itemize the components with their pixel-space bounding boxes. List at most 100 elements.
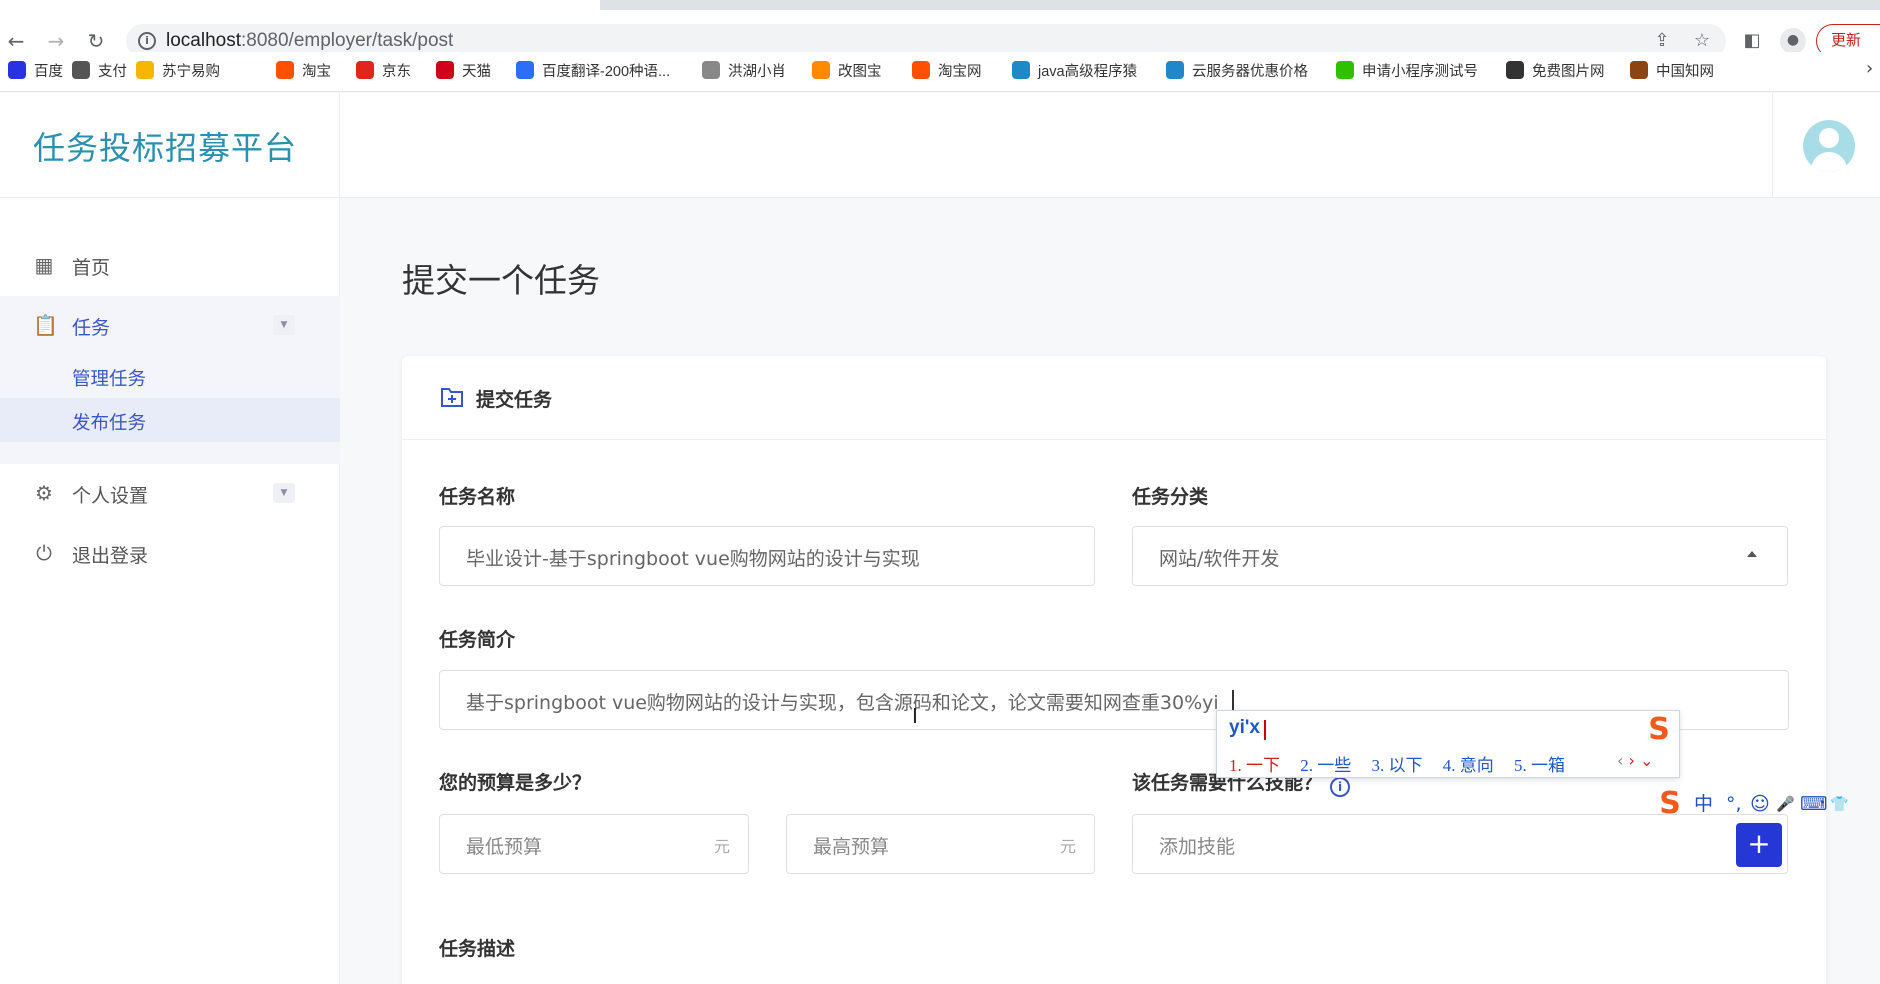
skills-input[interactable]: 添加技能 <box>1132 814 1788 874</box>
mouse-ibeam-icon: I <box>912 704 918 728</box>
bookmark-item[interactable]: 洪湖小肖 <box>702 61 786 83</box>
sidebar-item-logout[interactable]: ⏻ 退出登录 <box>0 524 340 582</box>
task-intro-label: 任务简介 <box>439 629 516 651</box>
task-name-label: 任务名称 <box>439 486 516 508</box>
bookmark-label: 免费图片网 <box>1532 64 1605 80</box>
caret-up-icon <box>1747 551 1757 557</box>
ime-page-arrows[interactable]: ‹ › ⌄ <box>1617 751 1653 770</box>
page-title: 提交一个任务 <box>402 261 600 300</box>
bookmark-label: 天猫 <box>462 64 491 80</box>
logo[interactable]: 任务投标招募平台 <box>0 93 340 198</box>
bilibili-icon <box>1012 61 1030 79</box>
gaitubao-icon <box>812 61 830 79</box>
suning-icon <box>136 61 154 79</box>
sidebar-item-label: 任务 <box>72 317 111 339</box>
sogou-logo-icon: S <box>1648 712 1670 747</box>
bookmark-label: 改图宝 <box>838 64 882 80</box>
min-budget-input[interactable]: 最低预算 元 <box>439 814 749 874</box>
add-skill-button[interactable]: + <box>1736 823 1782 867</box>
task-category-label: 任务分类 <box>1132 486 1209 508</box>
currency-unit: 元 <box>713 837 730 856</box>
ime-candidate[interactable]: 1. 一下 <box>1229 756 1280 775</box>
app-header: 任务投标招募平台 <box>0 93 1880 198</box>
currency-unit: 元 <box>1059 837 1076 856</box>
sidebar-item-task[interactable]: 📋 任务 ▼ <box>0 296 340 354</box>
sogou-logo-icon[interactable]: S <box>1652 786 1688 822</box>
bookmark-label: 百度 <box>34 64 63 80</box>
bookmark-label: 苏宁易购 <box>162 64 220 80</box>
bookmark-label: 淘宝网 <box>938 64 982 80</box>
share-icon[interactable]: ⇪ <box>1650 29 1674 53</box>
keyboard-icon[interactable]: ⌨ <box>1800 792 1827 816</box>
emoji-icon[interactable]: ☺ <box>1750 792 1770 816</box>
task-category-value: 网站/软件开发 <box>1159 548 1280 570</box>
bookmark-item[interactable]: 天猫 <box>436 61 491 83</box>
skin-icon[interactable]: 👕 <box>1830 792 1849 816</box>
ime-candidate[interactable]: 4. 意向 <box>1443 756 1494 775</box>
chevron-right-icon[interactable]: › <box>1866 58 1873 79</box>
sidebar-subitem-manage[interactable]: 管理任务 <box>0 354 340 398</box>
info-icon[interactable]: i <box>1330 777 1351 797</box>
card-header: 提交任务 <box>402 356 1826 440</box>
avatar-area <box>1772 93 1880 198</box>
bookmark-item[interactable]: 百度翻译-200种语... <box>516 61 670 83</box>
bookmark-item[interactable]: java高级程序猿 <box>1012 61 1137 83</box>
bookmark-item[interactable]: 改图宝 <box>812 61 882 83</box>
task-intro-value: 基于springboot vue购物网站的设计与实现，包含源码和论文，论文需要知… <box>466 692 1219 714</box>
bookmark-item[interactable]: 百度 <box>8 61 63 83</box>
bookmark-label: 洪湖小肖 <box>728 64 786 80</box>
back-icon[interactable]: ← <box>4 29 28 53</box>
clipboard-icon: 📋 <box>33 313 58 337</box>
star-icon[interactable]: ☆ <box>1690 29 1714 53</box>
ime-chinese-mode[interactable]: 中 <box>1694 792 1713 816</box>
chevron-down-icon[interactable]: ⌄ <box>1640 751 1653 770</box>
url-path: :8080/employer/task/post <box>241 30 454 51</box>
ime-candidate[interactable]: 2. 一些 <box>1300 756 1351 775</box>
bookmark-item[interactable]: 淘宝 <box>276 61 331 83</box>
profile-icon[interactable]: ● <box>1780 28 1806 54</box>
forward-icon[interactable]: → <box>44 29 68 53</box>
ime-punctuation-icon[interactable]: °, <box>1726 792 1742 816</box>
sidebar-item-home[interactable]: ▦ 首页 <box>0 236 340 294</box>
bookmark-item[interactable]: 申请小程序测试号 <box>1336 61 1478 83</box>
sidebar-subitem-post[interactable]: 发布任务 <box>0 398 340 442</box>
site-info-icon[interactable]: i <box>138 32 156 50</box>
url-host: localhost <box>166 30 241 51</box>
microphone-icon[interactable]: 🎤 <box>1776 792 1795 816</box>
reload-icon[interactable]: ↻ <box>84 29 108 53</box>
bookmark-item[interactable]: 云服务器优惠价格 <box>1166 61 1308 83</box>
power-icon: ⏻ <box>36 541 52 565</box>
avatar[interactable] <box>1803 120 1855 172</box>
gear-icon: ⚙ <box>35 481 53 505</box>
bookmark-label: 京东 <box>382 64 411 80</box>
bookmark-item[interactable]: 中国知网 <box>1630 61 1714 83</box>
bookmark-item[interactable]: 免费图片网 <box>1506 61 1605 83</box>
task-name-input[interactable]: 毕业设计-基于springboot vue购物网站的设计与实现 <box>439 526 1095 586</box>
sidebar-item-label: 退出登录 <box>72 545 149 567</box>
budget-label: 您的预算是多少？ <box>439 772 592 794</box>
bookmark-label: 中国知网 <box>1656 64 1714 80</box>
bookmark-item[interactable]: 京东 <box>356 61 411 83</box>
ime-candidate[interactable]: 5. 一箱 <box>1514 756 1565 775</box>
bookmark-item[interactable]: 支付 <box>72 61 127 83</box>
address-bar-row: ← → ↻ i localhost:8080/employer/task/pos… <box>0 10 1880 58</box>
bookmark-item[interactable]: 苏宁易购 <box>136 61 220 83</box>
bookmark-item[interactable]: 淘宝网 <box>912 61 982 83</box>
skills-placeholder: 添加技能 <box>1159 836 1236 858</box>
sidebar-subitem-label: 管理任务 <box>72 369 147 390</box>
chevron-down-icon[interactable]: ▼ <box>273 315 295 335</box>
max-budget-input[interactable]: 最高预算 元 <box>786 814 1095 874</box>
cnki-icon <box>1630 61 1648 79</box>
sidepanel-icon[interactable]: ◧ <box>1740 29 1764 53</box>
ime-candidate-window: yi'x S 1. 一下 2. 一些 3. 以下 4. 意向 5. 一箱 ‹ ›… <box>1216 710 1680 778</box>
ime-candidate[interactable]: 3. 以下 <box>1372 756 1423 775</box>
task-category-select[interactable]: 网站/软件开发 <box>1132 526 1788 586</box>
bookmark-label: 淘宝 <box>302 64 331 80</box>
ime-pinyin: yi'x <box>1229 717 1260 738</box>
chevron-left-icon[interactable]: ‹ <box>1617 751 1623 770</box>
active-tab[interactable] <box>0 0 600 10</box>
chevron-right-icon[interactable]: › <box>1629 751 1635 770</box>
sidebar-item-settings[interactable]: ⚙ 个人设置 ▼ <box>0 464 340 522</box>
baidu-icon <box>8 61 26 79</box>
chevron-down-icon[interactable]: ▼ <box>273 483 295 503</box>
